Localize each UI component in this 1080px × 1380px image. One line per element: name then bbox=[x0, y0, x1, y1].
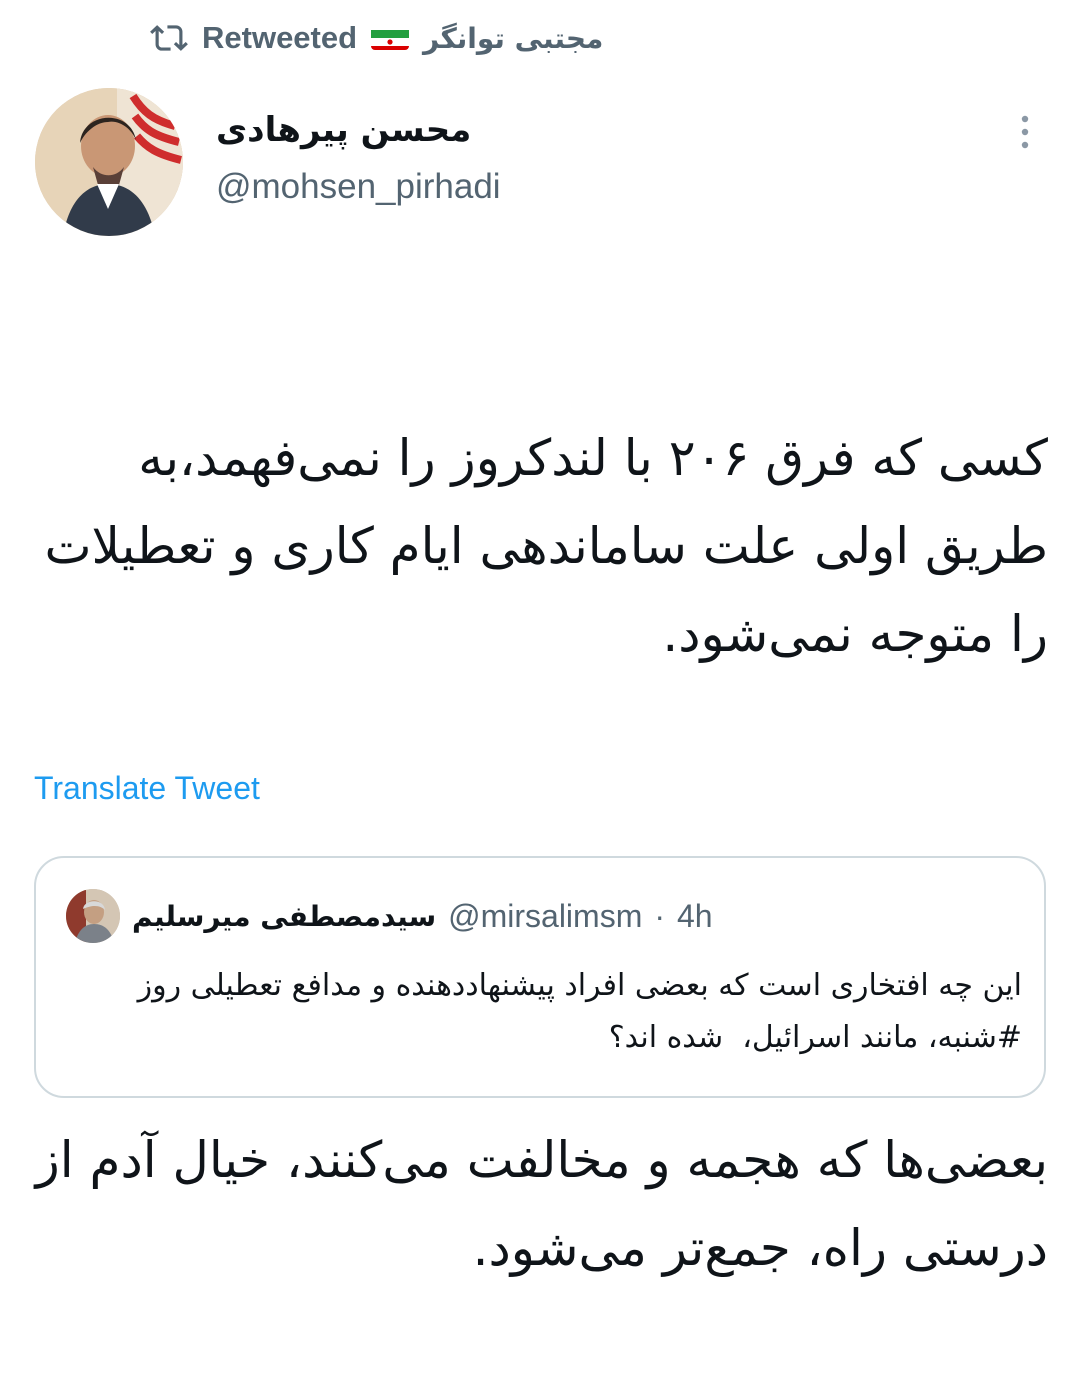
quoted-tweet-card[interactable]: سیدمصطفی میرسلیم @mirsalimsm · 4h این چه… bbox=[34, 856, 1046, 1098]
translate-tweet-link[interactable]: Translate Tweet bbox=[34, 770, 260, 807]
retweet-icon bbox=[150, 19, 188, 57]
quoted-tweet-header: سیدمصطفی میرسلیم @mirsalimsm · 4h bbox=[66, 888, 713, 944]
tweet-paragraph: کسی که فرق ۲۰۶ با لندکروز را نمی‌فهمد،به… bbox=[28, 429, 1048, 663]
more-options-icon[interactable] bbox=[1010, 112, 1040, 152]
retweeter-name[interactable]: مجتبی توانگر bbox=[423, 22, 603, 55]
iran-flag-icon bbox=[371, 26, 410, 50]
author-handle[interactable]: @mohsen_pirhadi bbox=[216, 167, 501, 207]
author-name[interactable]: محسن پیرهادی bbox=[216, 110, 471, 150]
retweeted-label: Retweeted bbox=[202, 20, 358, 55]
separator-dot: · bbox=[654, 897, 665, 934]
tweet-paragraph: بعضی‌ها که هجمه و مخالفت می‌کنند، خیال آ… bbox=[19, 1131, 1048, 1277]
quoted-author-handle[interactable]: @mirsalimsm bbox=[448, 898, 642, 935]
retweet-context[interactable]: Retweeted مجتبی توانگر bbox=[150, 14, 603, 62]
tweet-text: کسی که فرق ۲۰۶ با لندکروز را نمی‌فهمد،به… bbox=[28, 238, 1048, 1380]
quoted-author-avatar[interactable] bbox=[66, 889, 120, 943]
quoted-author-name[interactable]: سیدمصطفی میرسلیم bbox=[132, 900, 436, 933]
quoted-tweet-time[interactable]: 4h bbox=[677, 898, 713, 935]
author-avatar[interactable] bbox=[35, 88, 183, 236]
quoted-tweet-text: این چه افتخاری است که بعضی افراد پیشنهاد… bbox=[128, 968, 1022, 1055]
